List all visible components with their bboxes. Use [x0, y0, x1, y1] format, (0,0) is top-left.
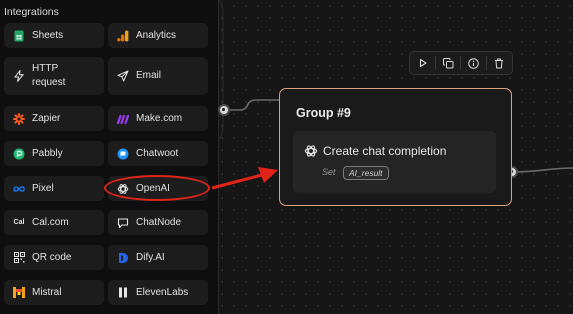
divider [460, 56, 462, 70]
info-button[interactable] [465, 54, 483, 72]
info-icon [468, 57, 480, 69]
connection-edge-out [511, 167, 573, 173]
node-toolbar [409, 51, 513, 75]
input-connection-handle[interactable] [218, 104, 230, 116]
play-icon [419, 58, 427, 68]
canvas-frame-edge [218, 0, 224, 140]
divider [486, 56, 488, 70]
duplicate-icon [442, 57, 454, 68]
delete-button[interactable] [490, 54, 508, 72]
group-title[interactable]: Group #9 [296, 106, 351, 120]
block-title: Create chat completion [323, 144, 447, 158]
set-label: Set [322, 167, 336, 177]
trash-icon [495, 58, 504, 68]
openai-icon [304, 145, 318, 157]
connection-edge-in [224, 99, 281, 111]
divider [434, 56, 436, 70]
openai-block[interactable]: Create chat completion Set AI_result [293, 131, 496, 193]
variable-badge[interactable]: AI_result [343, 166, 389, 180]
annotation-arrow [211, 167, 278, 190]
play-button[interactable] [414, 54, 432, 72]
group-node[interactable]: Group #9 Create chat completion Set AI_r… [279, 88, 512, 206]
duplicate-button[interactable] [439, 54, 457, 72]
